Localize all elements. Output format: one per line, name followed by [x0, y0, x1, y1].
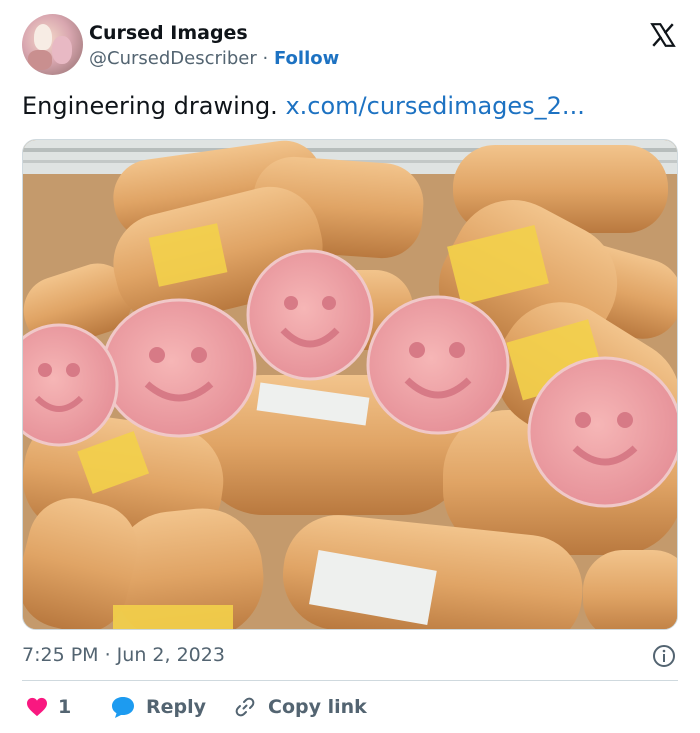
like-count: 1 — [58, 696, 72, 718]
tweet-header: Cursed Images @CursedDescriber · Follow — [22, 14, 682, 78]
follow-button[interactable]: Follow — [274, 48, 339, 69]
author-handle[interactable]: @CursedDescriber — [89, 48, 257, 69]
copy-link-label: Copy link — [268, 696, 367, 718]
tweet-text: Engineering drawing. x.com/cursedimages_… — [22, 92, 585, 120]
like-button[interactable]: 1 — [26, 692, 71, 722]
bologna-sausages-photo — [23, 140, 677, 629]
tweet-timestamp[interactable]: 7:25 PM · Jun 2, 2023 — [22, 644, 225, 666]
divider — [22, 680, 678, 681]
separator-dot: · — [262, 48, 269, 69]
tweet-photo[interactable] — [22, 139, 678, 630]
x-logo-icon[interactable] — [650, 22, 676, 48]
copy-link-button[interactable]: Copy link — [232, 692, 367, 722]
reply-button[interactable]: Reply — [110, 692, 206, 722]
tweet-link[interactable]: x.com/cursedimages_2... — [285, 92, 584, 120]
speech-bubble-icon — [112, 697, 134, 718]
author-handle-row: @CursedDescriber · Follow — [89, 48, 339, 69]
tweet-body: Engineering drawing. — [22, 92, 278, 120]
heart-icon — [27, 697, 47, 717]
avatar[interactable] — [22, 14, 83, 75]
info-icon[interactable] — [652, 644, 676, 668]
author-name[interactable]: Cursed Images — [89, 22, 248, 44]
link-icon — [235, 697, 255, 717]
reply-label: Reply — [146, 696, 207, 718]
action-bar: 1 Reply Copy link — [22, 692, 678, 722]
